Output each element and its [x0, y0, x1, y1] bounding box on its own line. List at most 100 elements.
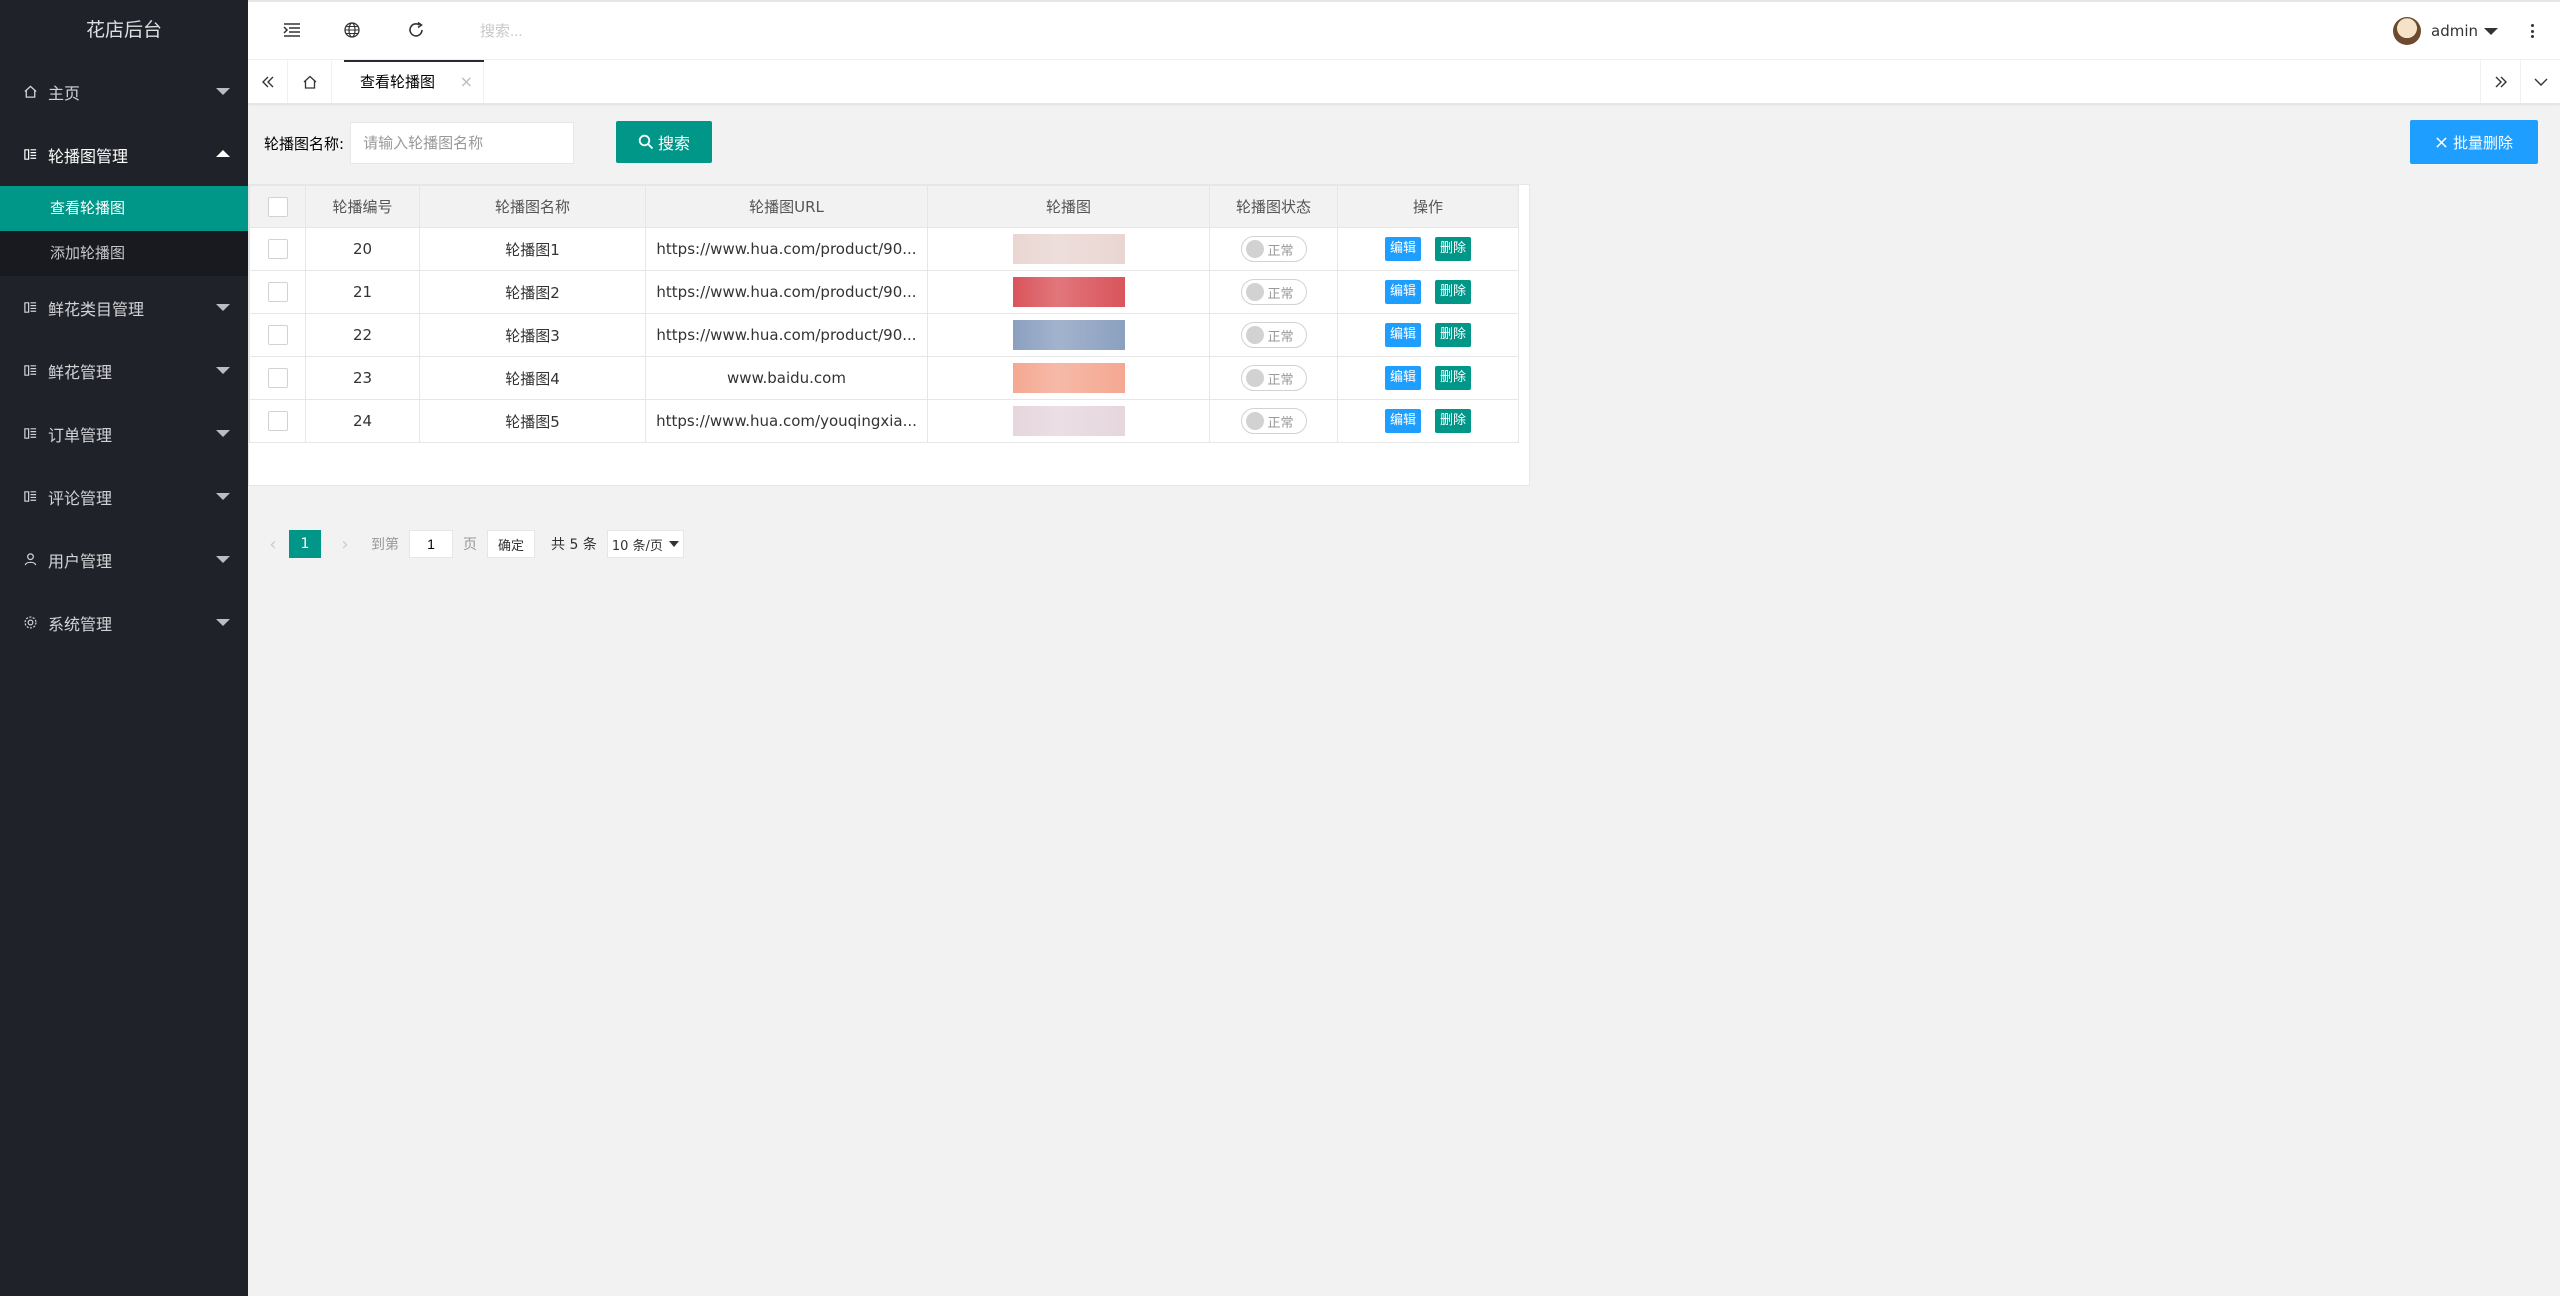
row-checkbox[interactable] — [267, 282, 288, 302]
sidebar-item-system[interactable]: 系统管理 — [0, 591, 248, 654]
goto-confirm-button[interactable]: 确定 — [487, 530, 536, 558]
banner-thumbnail[interactable] — [1012, 320, 1125, 350]
edit-button[interactable]: 编辑 — [1384, 280, 1421, 304]
list-icon — [22, 363, 38, 379]
shrink-menu-icon[interactable] — [280, 18, 304, 42]
sidebar-item-orders[interactable]: 订单管理 — [0, 402, 248, 465]
column-header[interactable]: 操作 — [1337, 185, 1519, 228]
next-page-icon[interactable]: › — [335, 534, 355, 555]
prev-page-icon[interactable]: ‹ — [263, 534, 283, 555]
cell-actions: 编辑 删除 — [1337, 356, 1519, 400]
goto-label: 到第 — [371, 537, 399, 553]
column-header[interactable]: 轮播图 — [927, 185, 1210, 228]
banner-thumbnail[interactable] — [1012, 234, 1125, 264]
select-all-checkbox[interactable] — [267, 196, 288, 217]
tab-bar: 查看轮播图 × — [248, 60, 2560, 104]
sidebar-item-label: 系统管理 — [48, 614, 113, 634]
row-checkbox[interactable] — [267, 325, 288, 345]
search-form: 轮播图名称: — [264, 121, 575, 165]
cell-id: 23 — [305, 356, 420, 400]
cell-status: 正常 — [1209, 399, 1338, 443]
sidebar-item-banner-management[interactable]: 轮播图管理 — [0, 123, 248, 186]
app-root: 花店后台 主页 轮播图管理 查看轮播图 添加轮播图 鲜花类目管理 鲜花管理 订单… — [0, 0, 2560, 1296]
search-button[interactable]: 搜索 — [616, 121, 712, 163]
row-checkbox-cell — [249, 356, 306, 400]
table-row: 23 轮播图4 www.baidu.com 正常 编辑 删除 — [249, 356, 1519, 400]
column-header[interactable]: 轮播图状态 — [1209, 185, 1338, 228]
header-search-input[interactable] — [480, 18, 680, 44]
status-toggle[interactable]: 正常 — [1240, 322, 1307, 348]
main-content: 轮播图名称: 搜索 批量删除 轮播编号 轮播图名称 轮播图URL 轮播图 — [248, 104, 2560, 1296]
user-menu[interactable]: admin — [2393, 16, 2498, 46]
cell-thumbnail — [927, 270, 1210, 314]
sidebar: 花店后台 主页 轮播图管理 查看轮播图 添加轮播图 鲜花类目管理 鲜花管理 订单… — [0, 0, 248, 1296]
tabs-scroll-right-icon[interactable] — [2480, 60, 2520, 103]
sidebar-item-flower[interactable]: 鲜花管理 — [0, 339, 248, 402]
sidebar-subitem-view-banner[interactable]: 查看轮播图 — [0, 186, 248, 231]
sidebar-item-users[interactable]: 用户管理 — [0, 528, 248, 591]
delete-button[interactable]: 删除 — [1435, 366, 1472, 390]
sidebar-item-home[interactable]: 主页 — [0, 60, 248, 123]
column-header[interactable]: 轮播图URL — [645, 185, 928, 228]
search-icon — [638, 134, 654, 150]
chevron-down-icon — [216, 493, 230, 500]
website-globe-icon[interactable] — [340, 18, 364, 42]
delete-button[interactable]: 删除 — [1435, 409, 1472, 433]
chevron-down-icon — [216, 430, 230, 437]
cell-thumbnail — [927, 227, 1210, 271]
cell-status: 正常 — [1209, 356, 1338, 400]
edit-button[interactable]: 编辑 — [1384, 409, 1421, 433]
sidebar-item-comments[interactable]: 评论管理 — [0, 465, 248, 528]
batch-delete-button[interactable]: 批量删除 — [2410, 120, 2538, 164]
cell-status: 正常 — [1209, 270, 1338, 314]
status-toggle[interactable]: 正常 — [1240, 279, 1307, 305]
page-size-value: 10 条/页 — [611, 538, 663, 554]
refresh-icon[interactable] — [404, 18, 428, 42]
tab-view-banner[interactable]: 查看轮播图 × — [344, 60, 484, 103]
page-number-current[interactable]: 1 — [289, 530, 321, 558]
cell-status: 正常 — [1209, 313, 1338, 357]
delete-button[interactable]: 删除 — [1435, 237, 1472, 261]
row-checkbox[interactable] — [267, 368, 288, 388]
banner-thumbnail[interactable] — [1012, 277, 1125, 307]
banner-thumbnail[interactable] — [1012, 363, 1125, 393]
cell-thumbnail — [927, 313, 1210, 357]
cell-url: https://www.hua.com/product/90... — [645, 227, 928, 271]
column-header[interactable]: 轮播图名称 — [419, 185, 646, 228]
banner-table: 轮播编号 轮播图名称 轮播图URL 轮播图 轮播图状态 操作 20 轮播图1 h… — [248, 184, 1530, 558]
delete-button[interactable]: 删除 — [1435, 280, 1472, 304]
table-row: 24 轮播图5 https://www.hua.com/youqingxia..… — [249, 399, 1519, 443]
tabs-dropdown-icon[interactable] — [2520, 60, 2560, 103]
sidebar-subitem-add-banner[interactable]: 添加轮播图 — [0, 231, 248, 276]
edit-button[interactable]: 编辑 — [1384, 366, 1421, 390]
status-toggle[interactable]: 正常 — [1240, 408, 1307, 434]
page-size-select[interactable]: 10 条/页 — [606, 530, 684, 558]
sidebar-item-flower-category[interactable]: 鲜花类目管理 — [0, 276, 248, 339]
delete-button[interactable]: 删除 — [1435, 323, 1472, 347]
app-logo-title: 花店后台 — [85, 19, 162, 41]
cell-name: 轮播图3 — [419, 313, 646, 357]
close-icon[interactable]: × — [460, 72, 473, 91]
cell-actions: 编辑 删除 — [1337, 313, 1519, 357]
status-toggle[interactable]: 正常 — [1240, 236, 1307, 262]
row-checkbox[interactable] — [267, 411, 288, 431]
edit-button[interactable]: 编辑 — [1384, 237, 1421, 261]
edit-button[interactable]: 编辑 — [1384, 323, 1421, 347]
status-toggle[interactable]: 正常 — [1240, 365, 1307, 391]
row-checkbox[interactable] — [267, 239, 288, 259]
tabs-scroll-left-icon[interactable] — [248, 60, 288, 103]
cell-name: 轮播图2 — [419, 270, 646, 314]
cell-name: 轮播图1 — [419, 227, 646, 271]
sidebar-item-label: 鲜花管理 — [48, 362, 113, 382]
tab-home-icon[interactable] — [288, 60, 332, 103]
cell-url: https://www.hua.com/product/90... — [645, 270, 928, 314]
cell-id: 24 — [305, 399, 420, 443]
list-icon — [22, 147, 38, 163]
banner-name-search-input[interactable] — [350, 122, 575, 164]
row-checkbox-cell — [249, 313, 306, 357]
column-header[interactable]: 轮播编号 — [305, 185, 420, 228]
banner-thumbnail[interactable] — [1012, 406, 1125, 436]
more-vertical-icon[interactable] — [2528, 20, 2536, 42]
goto-page-input[interactable] — [409, 530, 453, 558]
table-row: 20 轮播图1 https://www.hua.com/product/90..… — [249, 227, 1519, 271]
